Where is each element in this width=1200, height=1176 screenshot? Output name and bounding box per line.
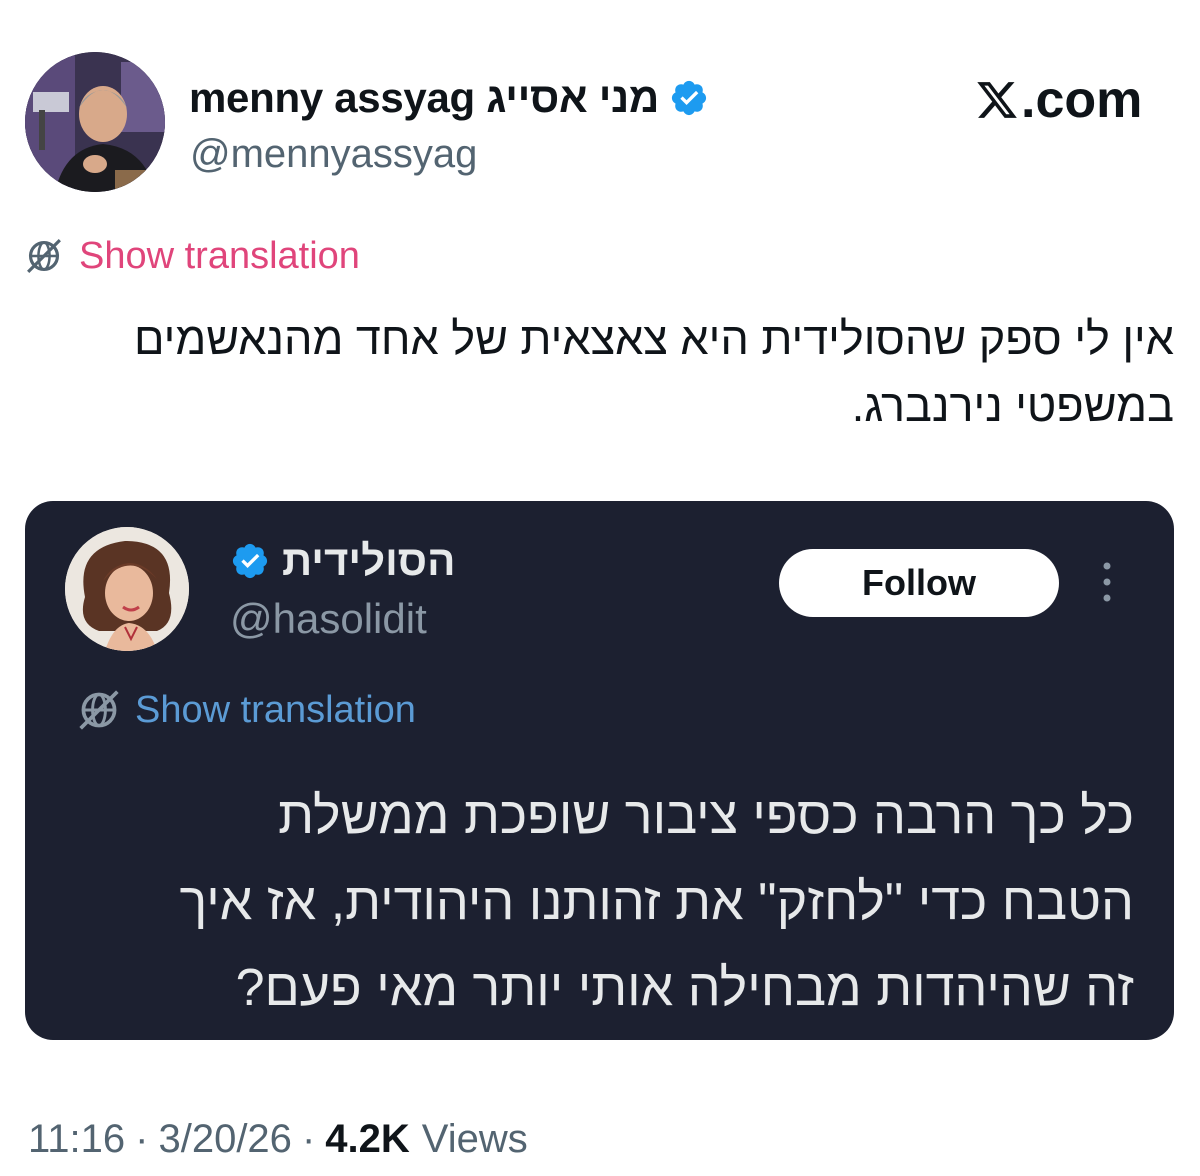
meta-separator: · [301, 1116, 316, 1161]
quoted-verified-badge-icon [230, 541, 270, 581]
author-display-name[interactable]: menny assyag מני אסייג [189, 74, 659, 122]
verified-badge-icon [669, 78, 709, 118]
x-logo-icon [975, 78, 1019, 122]
quoted-screenshot-card[interactable]: הסולידית @hasolidit Follow Show translat… [25, 501, 1174, 1040]
quoted-avatar [65, 527, 189, 651]
quoted-tweet-text-line: זה שהיהדות מבחילה אותי יותר מאי פעם? [235, 959, 1134, 1017]
site-label: .com [975, 70, 1142, 130]
quoted-tweet-text-line: הטבח כדי "לחזק" את זהותנו היהודית, אז אי… [179, 873, 1134, 931]
views-label[interactable]: Views [422, 1117, 528, 1162]
tweet-time[interactable]: 11:16 [28, 1117, 125, 1162]
meta-separator: · [135, 1116, 149, 1161]
tweet-text-line: במשפטי נירנברג. [851, 380, 1174, 431]
show-translation-label[interactable]: Show translation [79, 235, 360, 278]
author-avatar[interactable] [25, 52, 165, 192]
quoted-display-name: הסולידית [282, 537, 456, 584]
quoted-handle: @hasolidit [230, 595, 427, 642]
author-name-row[interactable]: menny assyag מני אסייג [189, 68, 709, 128]
quoted-show-translation-label: Show translation [135, 688, 416, 731]
follow-button: Follow [779, 549, 1059, 617]
tweet-text: אין לי ספק שהסולידית היא צאצאית של אחד מ… [24, 305, 1174, 439]
tweet-meta: 11:16 · 3/20/26 · 4.2K Views [28, 1114, 528, 1164]
tweet-date[interactable]: 3/20/26 [158, 1117, 291, 1162]
show-translation-link[interactable]: Show translation [25, 232, 360, 280]
views-count[interactable]: 4.2K [325, 1117, 410, 1162]
tweet-text-line: אין לי ספק שהסולידית היא צאצאית של אחד מ… [134, 313, 1174, 364]
quoted-show-translation-link: Show translation [77, 687, 416, 733]
translate-globe-icon [25, 237, 63, 275]
author-handle[interactable]: @mennyassyag [190, 132, 477, 177]
author-avatar-image [25, 52, 165, 192]
more-options-vertical-icon [1097, 559, 1117, 605]
quoted-avatar-image [65, 527, 189, 651]
quoted-translate-globe-icon [77, 688, 121, 732]
site-domain-text: .com [1021, 71, 1143, 129]
quoted-name-row: הסולידית [230, 533, 456, 589]
quoted-tweet-text-line: כל כך הרבה כספי ציבור שופכת ממשלת [278, 787, 1134, 845]
quoted-tweet-text: כל כך הרבה כספי ציבור שופכת ממשלת הטבח כ… [54, 773, 1134, 1031]
